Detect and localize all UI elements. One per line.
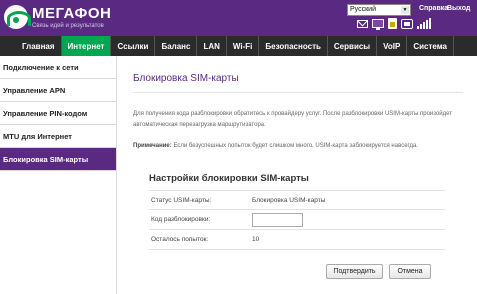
nav-item-links[interactable]: Ссылки (111, 36, 156, 56)
nav-item-wifi[interactable]: Wi-Fi (227, 36, 260, 56)
confirm-button[interactable]: Подтвердить (326, 264, 383, 279)
sidebar: Подключение к сети Управление APN Управл… (0, 56, 117, 294)
status-value: Блокировка USIM-карты (252, 197, 326, 204)
page-title: Блокировка SIM-карты (133, 73, 239, 84)
cancel-button[interactable]: Отмена (389, 264, 431, 279)
nav-item-security[interactable]: Безопасность (259, 36, 328, 56)
status-label: Статус USIM-карты: (151, 197, 212, 204)
note-body: Если безуспешных попыток будет слишком м… (173, 143, 418, 149)
divider (133, 92, 463, 93)
language-value: Русский (350, 6, 376, 13)
chevron-down-icon: ▼ (401, 6, 409, 14)
help-link[interactable]: Справка (419, 5, 448, 12)
nav-item-internet[interactable]: Интернет (61, 36, 112, 56)
note-label: Примечание: (133, 143, 172, 149)
description-text: Для получения кода разблокировки обратит… (133, 111, 453, 128)
sidebar-item-apn[interactable]: Управление APN (0, 79, 116, 102)
signal-icon (417, 18, 433, 29)
sidebar-item-network-connection[interactable]: Подключение к сети (0, 56, 116, 79)
status-icons (357, 18, 433, 30)
header-bar: МЕГАФОН Связь идей и результатов Русский… (0, 0, 477, 36)
computer-icon (372, 19, 384, 30)
note-text: Примечание: Если безуспешных попыток буд… (133, 143, 453, 149)
nav-item-home[interactable]: Главная (0, 36, 62, 56)
brand-slogan: Связь идей и результатов (32, 22, 104, 29)
sidebar-item-sim-lock[interactable]: Блокировка SIM-карты (0, 148, 116, 171)
unlock-code-input[interactable] (252, 213, 303, 227)
section-title: Настройки блокировки SIM-карты (149, 173, 309, 184)
code-label: Код разблокировки: (151, 216, 211, 223)
sidebar-item-pin[interactable]: Управление PIN-кодом (0, 102, 116, 125)
nav-item-balance[interactable]: Баланс (155, 36, 198, 56)
logout-link[interactable]: Выход (447, 5, 470, 12)
nav-item-lan[interactable]: LAN (197, 36, 227, 56)
attempts-value: 10 (252, 236, 260, 243)
sidebar-item-mtu[interactable]: MTU для Интернет (0, 125, 116, 148)
nav-item-system[interactable]: Система (407, 36, 454, 56)
mail-icon[interactable] (357, 19, 368, 28)
nav-item-voip[interactable]: VoIP (377, 36, 408, 56)
main-content: Блокировка SIM-карты Для получения кода … (117, 56, 477, 294)
megafon-logo-icon (4, 5, 31, 29)
language-select[interactable]: Русский ▼ (347, 4, 411, 16)
attempts-row: Осталось попыток: 10 (149, 230, 445, 250)
sim-icon (388, 18, 397, 29)
nav-item-services[interactable]: Сервисы (328, 36, 378, 56)
code-row: Код разблокировки: (149, 210, 445, 230)
status-row: Статус USIM-карты: Блокировка USIM-карты (149, 190, 445, 210)
attempts-label: Осталось попыток: (151, 236, 209, 243)
brand-logo[interactable]: МЕГАФОН Связь идей и результатов (4, 5, 111, 29)
brand-name: МЕГАФОН (32, 4, 112, 22)
main-nav: Главная Интернет Ссылки Баланс LAN Wi-Fi… (0, 36, 477, 56)
network-icon (401, 18, 413, 29)
